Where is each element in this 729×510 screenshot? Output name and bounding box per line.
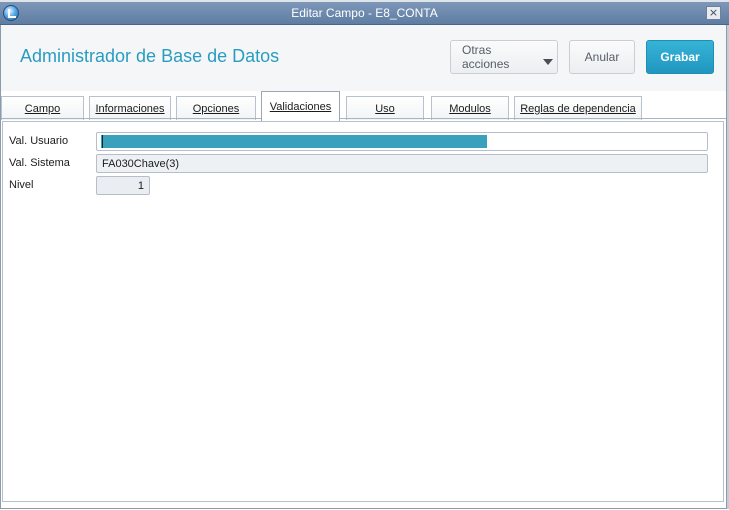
tab-campo[interactable]: Campo [1,96,84,120]
edit-field-window: Administrador de Base de Datos Otras acc… [0,25,727,509]
text-selection [101,135,487,148]
tab-label: Validaciones [269,100,332,113]
tab-label: Informaciones [95,102,165,115]
val-usuario-label: Val. Usuario [9,135,69,147]
tab-divider [1,118,726,119]
tab-label: Campo [24,102,61,115]
window-titlebar: Editar Campo - E8_CONTA × [0,2,729,25]
tab-label: Modulos [449,102,491,115]
tab-label: Reglas de dependencia [520,102,636,115]
tab-opciones[interactable]: Opciones [176,96,256,120]
tab-label: Uso [375,102,395,115]
val-usuario-input[interactable] [96,132,708,151]
validaciones-panel: Val. Usuario Val. Sistema FA030Chave(3) … [2,121,724,502]
tab-reglas-de-dependencia[interactable]: Reglas de dependencia [514,96,642,120]
header-bar: Administrador de Base de Datos Otras acc… [1,25,726,91]
otras-acciones-label: Otras acciones [462,43,510,71]
otras-acciones-button[interactable]: Otras acciones [450,40,558,74]
caret-down-icon [543,59,553,65]
anular-button[interactable]: Anular [569,40,635,74]
tab-informaciones[interactable]: Informaciones [89,96,171,120]
tab-uso[interactable]: Uso [346,96,424,120]
tab-validaciones[interactable]: Validaciones [261,91,340,121]
val-sistema-input[interactable]: FA030Chave(3) [96,154,708,173]
text-cursor [102,135,103,148]
app-title: Administrador de Base de Datos [20,46,280,66]
close-icon[interactable]: × [706,6,721,20]
tab-label: Opciones [192,102,240,115]
grabar-button[interactable]: Grabar [646,40,714,74]
nivel-input[interactable]: 1 [96,176,150,195]
val-sistema-label: Val. Sistema [9,157,70,169]
window-title: Editar Campo - E8_CONTA [291,6,438,20]
tab-modulos[interactable]: Modulos [431,96,509,120]
tab-bar: Campo Informaciones Opciones Validacione… [1,91,726,121]
nivel-label: Nivel [9,179,34,191]
